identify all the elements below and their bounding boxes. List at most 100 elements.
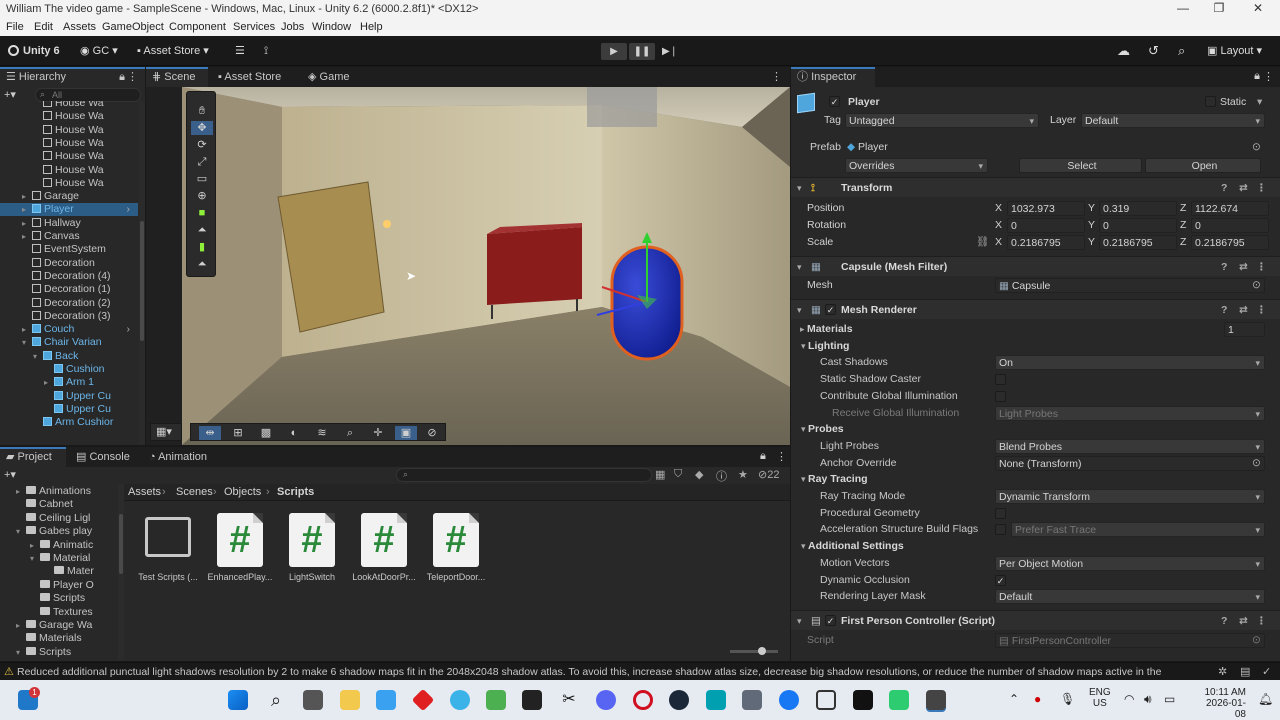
- asset-store-dropdown[interactable]: ▪ Asset Store ▾: [137, 42, 209, 60]
- collider-tool-icon[interactable]: ▮: [191, 240, 213, 254]
- hierarchy-item[interactable]: House Wa: [0, 164, 138, 177]
- hierarchy-item[interactable]: Decoration: [0, 257, 138, 270]
- clock[interactable]: 10:11 AM 2026-01-08: [1196, 687, 1246, 720]
- grid-icon[interactable]: ▩: [255, 426, 277, 440]
- component-menu-icon[interactable]: ⋮: [1256, 178, 1267, 198]
- maximize-button[interactable]: ❐: [1199, 1, 1239, 15]
- help-icon[interactable]: ?: [1221, 300, 1227, 320]
- mesh-filter-header[interactable]: ▾ ▦ Capsule (Mesh Filter) ? ⇄ ⋮: [791, 256, 1280, 276]
- layout-dropdown[interactable]: ▣ Layout ▾: [1207, 42, 1262, 60]
- foldout-arrow-icon[interactable]: ▸: [16, 619, 26, 632]
- project-folder-item[interactable]: Cabnet: [0, 498, 118, 511]
- preset-icon[interactable]: ⇄: [1239, 257, 1248, 277]
- lock-icon[interactable]: 🔒︎: [119, 69, 125, 86]
- asset-script[interactable]: # LightSwitch: [274, 513, 350, 582]
- layers-icon[interactable]: ≋: [311, 426, 333, 440]
- breadcrumb-objects[interactable]: Objects: [224, 486, 261, 498]
- search-by-label-icon[interactable]: ⛉: [674, 468, 682, 481]
- info-icon[interactable]: ⓘ: [716, 468, 727, 484]
- hierarchy-item[interactable]: ▾ Back: [0, 350, 138, 363]
- position-y-field[interactable]: 0.319: [1099, 201, 1177, 216]
- hierarchy-scrollbar[interactable]: [139, 101, 145, 445]
- pause-button[interactable]: ❚❚: [629, 43, 655, 60]
- script-enabled-checkbox[interactable]: ✓: [825, 615, 836, 626]
- project-folder-item[interactable]: Textures: [0, 606, 118, 619]
- tab-console[interactable]: ▤ Console: [70, 447, 136, 467]
- mesh-field[interactable]: ▦ Capsule: [995, 278, 1265, 293]
- hierarchy-item[interactable]: House Wa: [0, 177, 138, 190]
- transform-tool-icon[interactable]: ⊕: [191, 189, 213, 203]
- icon-size-slider[interactable]: [730, 647, 778, 655]
- tag-dropdown[interactable]: Untagged: [845, 113, 1039, 128]
- foldout-arrow-icon[interactable]: ▸: [22, 190, 32, 203]
- tiktok-icon[interactable]: [853, 690, 873, 710]
- rotation-z-field[interactable]: 0: [1191, 218, 1269, 233]
- hierarchy-item[interactable]: Decoration (2): [0, 297, 138, 310]
- contribute-gi-checkbox[interactable]: [995, 391, 1006, 402]
- zoom-icon[interactable]: ⌕: [339, 426, 361, 440]
- layer-dropdown[interactable]: Default: [1081, 113, 1265, 128]
- progress-icon[interactable]: ▤: [1240, 665, 1250, 678]
- menu-component[interactable]: Component: [169, 21, 226, 33]
- breadcrumb-scenes[interactable]: Scenes: [176, 486, 213, 498]
- project-folder-item[interactable]: ▾ Material: [0, 552, 118, 565]
- scale-y-field[interactable]: 0.2186795: [1099, 235, 1177, 250]
- menu-help[interactable]: Help: [360, 21, 383, 33]
- rendering-layer-mask-dropdown[interactable]: Default: [995, 589, 1265, 604]
- play-button[interactable]: ▶: [601, 43, 627, 60]
- preset-icon[interactable]: ⇄: [1239, 178, 1248, 198]
- foldout-arrow-icon[interactable]: ▾: [33, 350, 43, 363]
- notes-icon[interactable]: [742, 690, 762, 710]
- step-button[interactable]: ▶❘: [657, 43, 683, 60]
- hierarchy-item[interactable]: ▸ Garage: [0, 190, 138, 203]
- close-button[interactable]: ✕: [1238, 1, 1278, 15]
- foldout-arrow-icon[interactable]: ▸: [22, 230, 32, 243]
- minimize-button[interactable]: —: [1163, 1, 1203, 15]
- view-options-button[interactable]: ▦▾: [150, 423, 182, 441]
- project-search-input[interactable]: ⌕: [396, 468, 652, 482]
- hand-tool-icon[interactable]: ✋︎: [191, 104, 213, 118]
- steam-icon[interactable]: [669, 690, 689, 710]
- prefab-select-button[interactable]: Select: [1019, 158, 1142, 173]
- cc-icon[interactable]: [706, 690, 726, 710]
- hidden-packages-icon[interactable]: ⊘22: [758, 468, 779, 481]
- target-icon[interactable]: ⊙: [1252, 139, 1261, 155]
- foldout-arrow-icon[interactable]: ▸: [44, 376, 54, 389]
- roblox-icon[interactable]: [411, 688, 435, 712]
- status-check-icon[interactable]: ✓: [1262, 665, 1271, 678]
- active-checkbox[interactable]: ✓: [829, 96, 840, 107]
- hierarchy-item[interactable]: Upper Cu: [0, 390, 138, 403]
- additional-settings-foldout[interactable]: Additional Settings: [801, 538, 904, 554]
- capcut-icon[interactable]: ✂: [559, 690, 579, 710]
- foldout-arrow-icon[interactable]: ▸: [22, 323, 32, 336]
- foldout-arrow-icon[interactable]: ▸: [16, 485, 26, 498]
- help-icon[interactable]: ?: [1221, 257, 1227, 277]
- opera-icon[interactable]: [633, 690, 653, 710]
- epic-games-icon[interactable]: [522, 690, 542, 710]
- hierarchy-item[interactable]: ▾ Chair Varian: [0, 336, 138, 349]
- foldout-arrow-icon[interactable]: ▾: [16, 646, 26, 659]
- open-prefab-chevron-icon[interactable]: ›: [127, 323, 131, 336]
- account-button[interactable]: Unity 6: [8, 42, 60, 60]
- unity-hub-icon[interactable]: [816, 690, 836, 710]
- hierarchy-item[interactable]: Upper Cu: [0, 403, 138, 416]
- materials-count-field[interactable]: 1: [1224, 322, 1265, 337]
- tab-hierarchy[interactable]: ☰ Hierarchy 🔒︎ ⋮: [0, 67, 145, 87]
- hierarchy-item[interactable]: ▸ Hallway: [0, 217, 138, 230]
- overrides-dropdown[interactable]: Overrides: [845, 158, 988, 173]
- status-message[interactable]: Reduced additional punctual light shadow…: [17, 666, 1187, 678]
- hierarchy-item[interactable]: ▸ Arm 1: [0, 376, 138, 389]
- help-icon[interactable]: ?: [1221, 178, 1227, 198]
- breadcrumb-scripts[interactable]: Scripts: [277, 486, 314, 498]
- hierarchy-search-input[interactable]: ⌕ All: [35, 88, 141, 102]
- component-menu-icon[interactable]: ⋮: [1256, 300, 1267, 320]
- object-name-field[interactable]: Player: [844, 94, 1202, 109]
- mesh-renderer-enabled-checkbox[interactable]: ✓: [825, 304, 836, 315]
- static-checkbox[interactable]: [1205, 96, 1216, 107]
- custom-tool-icon[interactable]: ■: [191, 206, 213, 220]
- microphone-icon[interactable]: 🎙︎: [1060, 692, 1075, 706]
- project-folder-item[interactable]: ▾ Gabes play: [0, 525, 118, 538]
- hierarchy-item[interactable]: House Wa: [0, 124, 138, 137]
- project-folder-item[interactable]: Ceiling Ligl: [0, 512, 118, 525]
- chevron-up-icon[interactable]: ⌃: [1009, 692, 1019, 706]
